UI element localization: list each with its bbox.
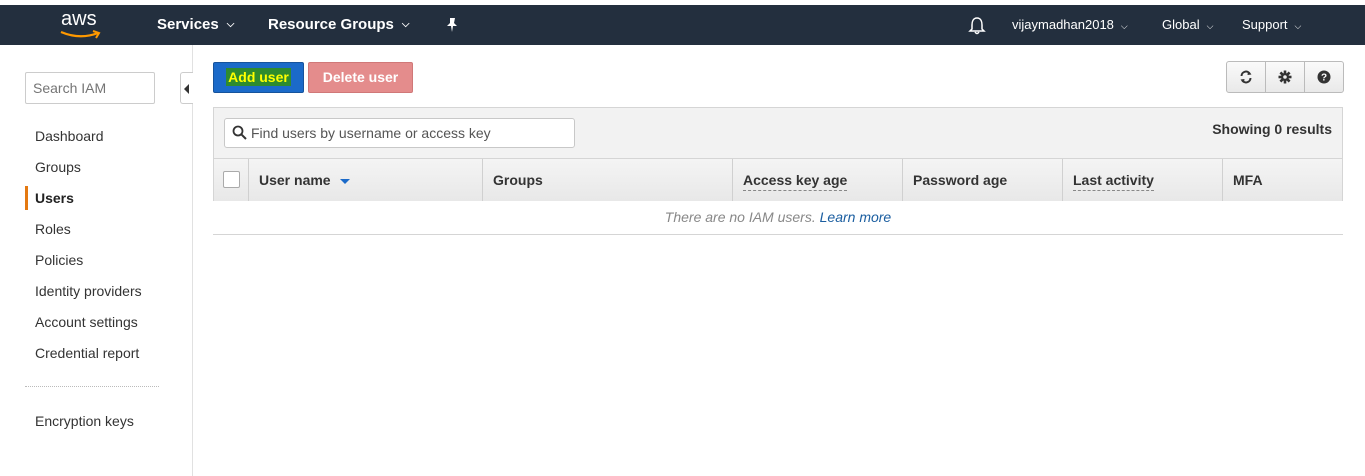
bell-icon[interactable] [967,16,987,36]
refresh-button[interactable] [1227,62,1266,92]
empty-message-text: There are no IAM users. [664,209,816,225]
filter-placeholder: Find users by username or access key [251,125,491,141]
results-count: Showing 0 results [1212,121,1332,137]
aws-smile-icon [60,30,101,39]
sidebar-item-groups[interactable]: Groups [35,159,81,175]
resource-groups-label: Resource Groups [268,16,394,33]
search-iam-input[interactable] [25,72,155,104]
sidebar-collapse-button[interactable] [180,72,193,104]
support-label: Support [1242,17,1288,32]
column-last-activity[interactable]: Last activity [1063,159,1223,201]
add-user-button[interactable]: Add user [213,62,304,93]
resource-groups-menu[interactable]: Resource Groups ⌵ [268,5,409,45]
column-mfa[interactable]: MFA [1223,159,1342,201]
pin-icon[interactable] [443,16,461,34]
column-groups[interactable]: Groups [483,159,733,201]
column-user-name-label: User name [259,172,331,188]
chevron-down-icon: ⌵ [1206,21,1214,31]
active-indicator [25,186,28,210]
sidebar-item-account-settings[interactable]: Account settings [35,314,138,330]
toolbar-icon-group: ? [1226,61,1344,93]
sidebar-item-policies[interactable]: Policies [35,252,83,268]
chevron-down-icon: ⌵ [226,19,235,31]
region-label: Global [1162,17,1200,32]
caret-left-icon [184,84,189,94]
search-icon [232,125,247,140]
sort-desc-icon [339,178,350,184]
sidebar: Dashboard Groups Users Roles Policies Id… [0,45,193,476]
refresh-icon [1240,70,1252,84]
select-all-checkbox[interactable] [223,171,240,188]
column-access-key-age[interactable]: Access key age [733,159,903,201]
add-user-label: Add user [226,68,291,86]
delete-user-button[interactable]: Delete user [308,62,413,93]
column-mfa-label: MFA [1233,172,1263,188]
svg-text:?: ? [1321,73,1327,84]
sidebar-item-users[interactable]: Users [35,190,74,206]
chevron-down-icon: ⌵ [1120,21,1128,31]
column-groups-label: Groups [493,172,543,188]
column-user-name[interactable]: User name [249,159,483,201]
sidebar-item-credential-report[interactable]: Credential report [35,345,139,361]
sidebar-item-encryption-keys[interactable]: Encryption keys [35,413,134,429]
help-icon: ? [1317,70,1331,84]
aws-logo-text: aws [61,8,97,30]
column-password-age[interactable]: Password age [903,159,1063,201]
learn-more-link[interactable]: Learn more [820,209,892,225]
aws-logo[interactable]: aws [58,8,104,42]
username-label: vijaymadhan2018 [1012,17,1114,32]
sidebar-item-identity-providers[interactable]: Identity providers [35,283,142,299]
region-menu[interactable]: Global ⌵ [1162,5,1213,45]
sidebar-item-dashboard[interactable]: Dashboard [35,128,104,144]
settings-button[interactable] [1266,62,1305,92]
chevron-down-icon: ⌵ [401,19,410,31]
gear-icon [1278,70,1292,84]
sidebar-divider [25,386,159,387]
column-access-key-age-label: Access key age [743,171,848,191]
sidebar-item-roles[interactable]: Roles [35,221,71,237]
services-menu[interactable]: Services ⌵ [157,5,234,45]
top-navbar: aws Services ⌵ Resource Groups ⌵ vijaymadh… [0,5,1365,45]
user-filter-input[interactable]: Find users by username or access key [224,118,575,148]
empty-table-message: There are no IAM users. Learn more [213,201,1343,235]
chevron-down-icon: ⌵ [1294,21,1302,31]
account-menu[interactable]: vijaymadhan2018 ⌵ [1012,5,1128,45]
help-button[interactable]: ? [1305,62,1343,92]
support-menu[interactable]: Support ⌵ [1242,5,1301,45]
users-table: Find users by username or access key Sho… [213,107,1343,201]
select-all-cell [214,159,249,201]
services-label: Services [157,16,219,33]
column-password-age-label: Password age [913,172,1008,188]
column-last-activity-label: Last activity [1073,171,1154,191]
table-header: User name Groups Access key age Password… [214,158,1342,201]
